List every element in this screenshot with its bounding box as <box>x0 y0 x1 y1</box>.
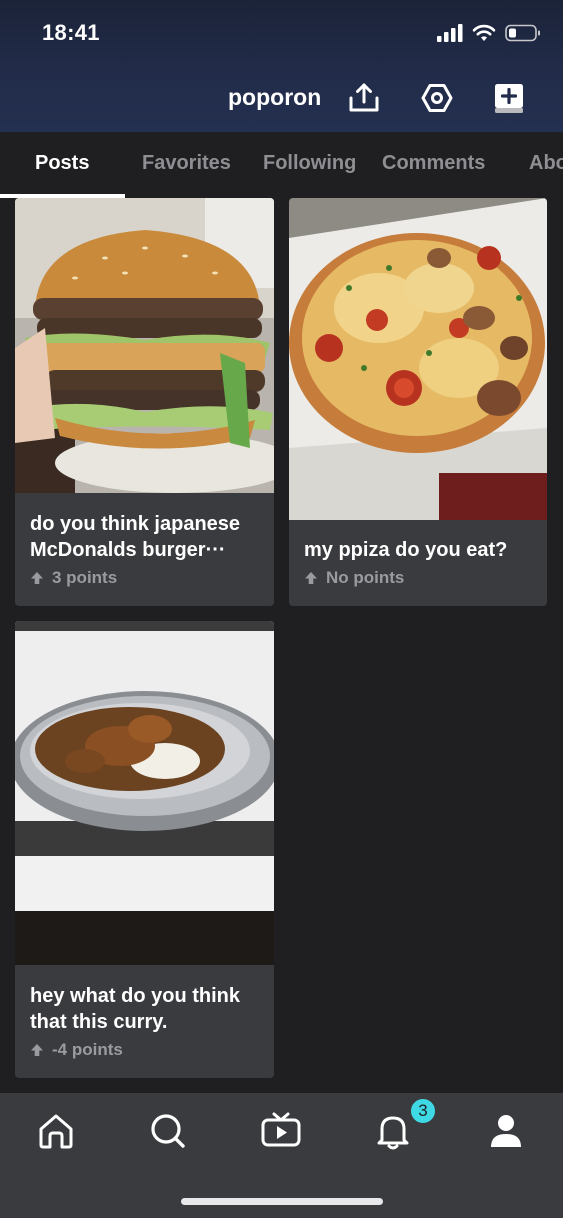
wifi-icon <box>472 24 496 41</box>
tab-comments[interactable]: Comments <box>382 152 485 175</box>
profile-header: 18:41 poporon <box>0 0 563 132</box>
tab-posts[interactable]: Posts <box>35 152 89 175</box>
tab-following[interactable]: Following <box>263 152 356 175</box>
points-label: -4 points <box>52 1040 123 1059</box>
profile-tabs: Posts Favorites Following Comments Abo <box>0 132 563 198</box>
burger-photo <box>15 198 274 493</box>
post-title: my ppiza do you eat? <box>304 539 508 561</box>
search-icon[interactable] <box>146 1109 190 1153</box>
post-points: -4 points <box>30 1040 123 1060</box>
profile-username: poporon <box>228 84 322 110</box>
profile-icon[interactable] <box>484 1109 528 1153</box>
notification-badge: 3 <box>409 1097 437 1125</box>
bell-icon[interactable] <box>371 1109 415 1153</box>
status-time: 18:41 <box>42 20 100 45</box>
post-title: do you think japanese McDonalds burger··… <box>30 513 241 561</box>
home-icon[interactable] <box>34 1109 78 1153</box>
settings-hexagon-icon[interactable] <box>419 80 455 116</box>
upvote-arrow-icon <box>31 572 43 584</box>
share-upload-icon[interactable] <box>346 80 382 116</box>
post-card-pizza[interactable]: my ppiza do you eat? No points <box>289 198 547 606</box>
post-title: hey what do you think that this curry. <box>30 985 241 1033</box>
signal-icon <box>437 24 463 42</box>
upvote-arrow-icon <box>31 1044 43 1056</box>
curry-photo <box>15 621 274 965</box>
tab-about[interactable]: Abo <box>529 152 563 175</box>
tab-favorites[interactable]: Favorites <box>142 152 231 175</box>
post-card-burger[interactable]: do you think japanese McDonalds burger··… <box>15 198 274 606</box>
post-points: No points <box>304 568 404 588</box>
points-label: 3 points <box>52 568 118 587</box>
post-points: 3 points <box>30 568 117 588</box>
battery-icon <box>505 24 540 42</box>
upvote-arrow-icon <box>305 572 317 584</box>
post-card-curry[interactable]: hey what do you think that this curry. -… <box>15 621 274 1078</box>
home-indicator <box>181 1198 383 1205</box>
add-post-icon[interactable] <box>491 80 527 116</box>
video-icon[interactable] <box>259 1109 303 1153</box>
status-icons <box>437 24 541 42</box>
points-label: No points <box>326 568 405 587</box>
pizza-photo <box>289 198 547 520</box>
